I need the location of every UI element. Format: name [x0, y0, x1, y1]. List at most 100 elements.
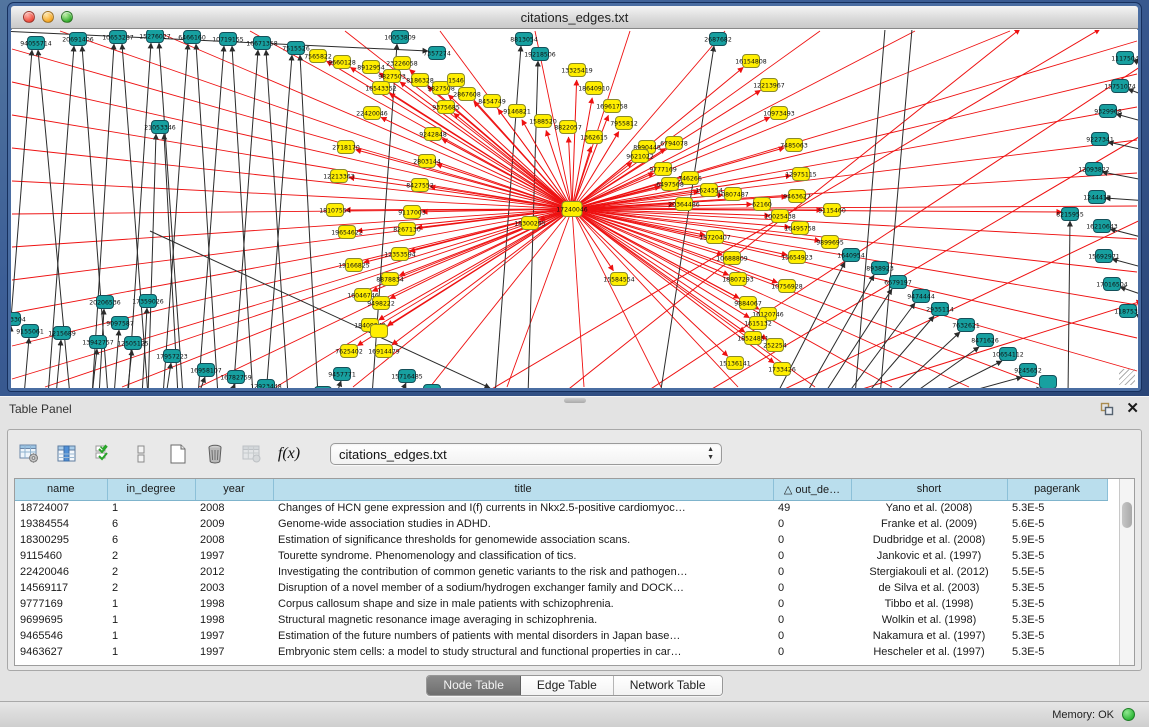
table-options-icon[interactable] [18, 442, 42, 466]
network-graph[interactable]: 7565822966012889129542322605898275031654… [11, 30, 1138, 388]
network-canvas[interactable]: 7565822966012889129542322605898275031654… [11, 30, 1138, 388]
column-header-out_de[interactable]: △ out_de… [773, 479, 851, 500]
table-cell: 14569117 [15, 580, 107, 596]
graph-node[interactable] [1040, 376, 1057, 389]
graph-node-label: 8471626 [971, 337, 999, 344]
column-header-year[interactable]: year [195, 479, 273, 500]
graph-node-label: 2687682 [704, 36, 732, 43]
table-cell: 2012 [195, 564, 273, 580]
table-selector-dropdown[interactable]: citations_edges.txt ▲▼ [330, 443, 722, 465]
table-cell: 0 [773, 548, 851, 564]
show-columns-icon[interactable] [55, 442, 79, 466]
table-cell: 5.3E-5 [1007, 628, 1107, 644]
table-cell: 1997 [195, 644, 273, 660]
graph-edge [266, 50, 288, 388]
graph-edge [155, 31, 572, 209]
graph-node-label: 9227341 [1086, 136, 1114, 143]
graph-node-label: 8427552 [406, 182, 434, 189]
graph-node-label: 18807293 [722, 276, 754, 283]
graph-node[interactable] [371, 325, 388, 338]
table-row[interactable]: 1456911722003Disruption of a novel membe… [15, 580, 1107, 596]
table-tabbar: Node TableEdge TableNetwork Table [0, 675, 1149, 696]
tab-edge-table[interactable]: Edge Table [521, 676, 614, 695]
function-builder-icon[interactable]: f(x) [277, 442, 301, 466]
table-cell: 5.3E-5 [1007, 644, 1107, 660]
column-header-in_degree[interactable]: in_degree [107, 479, 195, 500]
scrollbar-thumb[interactable] [1122, 502, 1132, 528]
graph-node-label: 12213363 [323, 173, 355, 180]
table-row[interactable]: 2242004622012Investigating the contribut… [15, 564, 1107, 580]
column-header-short[interactable]: short [851, 479, 1007, 500]
graph-node-label: 20364486 [668, 201, 700, 208]
resize-grip[interactable] [1119, 369, 1135, 385]
table-cell: 5.3E-5 [1007, 596, 1107, 612]
tab-node-table[interactable]: Node Table [427, 676, 521, 695]
graph-edge [1112, 259, 1138, 269]
graph-node-label: 12505125 [117, 340, 149, 347]
table-cell: 1 [107, 612, 195, 628]
network-desktop: citations_edges.txt 75658229660128891295… [0, 0, 1149, 396]
graph-node-label: 9621022 [626, 153, 654, 160]
table-vertical-scrollbar[interactable] [1119, 479, 1134, 665]
table-row[interactable]: 946362711997Embryonic stem cells: a mode… [15, 644, 1107, 660]
hide-columns-icon[interactable] [129, 442, 153, 466]
table-panel-body: f(x) citations_edges.txt ▲▼ namein_degre… [7, 429, 1142, 671]
graph-node-label: 18524851 [737, 335, 769, 342]
graph-edge [336, 381, 341, 388]
delete-columns-icon[interactable] [203, 442, 227, 466]
table-row[interactable]: 1830029562008Estimation of significance … [15, 532, 1107, 548]
table-row[interactable]: 969969511998Structural magnetic resonanc… [15, 612, 1107, 628]
graph-node-label: 9457771 [328, 371, 356, 378]
graph-node-label: 9474444 [907, 293, 935, 300]
graph-edge [166, 363, 171, 388]
graph-node-label: 12975115 [785, 171, 817, 178]
graph-node-label: 8186328 [406, 77, 434, 84]
graph-node-label: 1117504 [1111, 55, 1138, 62]
column-header-pagerank[interactable]: pagerank [1007, 479, 1107, 500]
column-header-name[interactable]: name [15, 479, 107, 500]
graph-node-label: 9899695 [816, 239, 844, 246]
float-panel-icon[interactable] [1100, 402, 1114, 416]
graph-node[interactable] [424, 385, 441, 389]
table-row[interactable]: 1872400712008Changes of HCN gene express… [15, 500, 1107, 516]
graph-node-label: 18107554 [319, 207, 351, 214]
select-all-columns-icon[interactable] [92, 442, 116, 466]
table-row[interactable]: 1938455462009Genome-wide association stu… [15, 516, 1107, 532]
table-cell: 5.3E-5 [1007, 580, 1107, 596]
graph-edge [196, 44, 218, 388]
graph-node-label: 16961758 [596, 103, 628, 110]
dropdown-stepper-icon: ▲▼ [707, 446, 714, 462]
table-cell: 0 [773, 612, 851, 628]
table-cell: Estimation of the future numbers of pati… [273, 628, 773, 644]
graph-edge [572, 107, 1137, 209]
graph-node-label: 7485063 [780, 142, 808, 149]
close-panel-icon[interactable]: ✕ [1126, 400, 1139, 418]
graph-node-label: 2867608 [453, 91, 481, 98]
graph-node[interactable] [315, 387, 332, 389]
tab-network-table[interactable]: Network Table [614, 676, 722, 695]
graph-node-label: 15584554 [603, 276, 635, 283]
network-window[interactable]: citations_edges.txt 75658229660128891295… [8, 3, 1141, 391]
column-header-title[interactable]: title [273, 479, 773, 500]
table-cell: 5.3E-5 [1007, 548, 1107, 564]
graph-node-label: 8912954 [357, 64, 385, 71]
graph-node-label: 15276027 [139, 33, 171, 40]
table-row[interactable]: 946554611997Estimation of the future num… [15, 628, 1107, 644]
graph-node-label: 1215689 [48, 330, 76, 337]
table-row[interactable]: 977716911998Corpus callosum shape and si… [15, 596, 1107, 612]
graph-node-label: 8813054 [510, 36, 538, 43]
table-header-row: namein_degreeyeartitle△ out_de…shortpage… [15, 479, 1107, 500]
graph-node-label: 6497568 [656, 181, 684, 188]
network-window-titlebar[interactable]: citations_edges.txt [11, 6, 1138, 29]
table-cell: 1997 [195, 548, 273, 564]
graph-node-label: 8938923 [866, 265, 894, 272]
graph-edge [700, 131, 1138, 388]
create-new-column-icon[interactable] [166, 442, 190, 466]
graph-node-label: 15692971 [1088, 253, 1120, 260]
graph-node-label: 9097587 [106, 320, 134, 327]
graph-edge [880, 30, 912, 388]
graph-node-label: 9117003 [398, 209, 426, 216]
graph-node-label: 8267130 [393, 226, 421, 233]
table-cell: 5.9E-5 [1007, 532, 1107, 548]
table-row[interactable]: 911546021997Tourette syndrome. Phenomeno… [15, 548, 1107, 564]
